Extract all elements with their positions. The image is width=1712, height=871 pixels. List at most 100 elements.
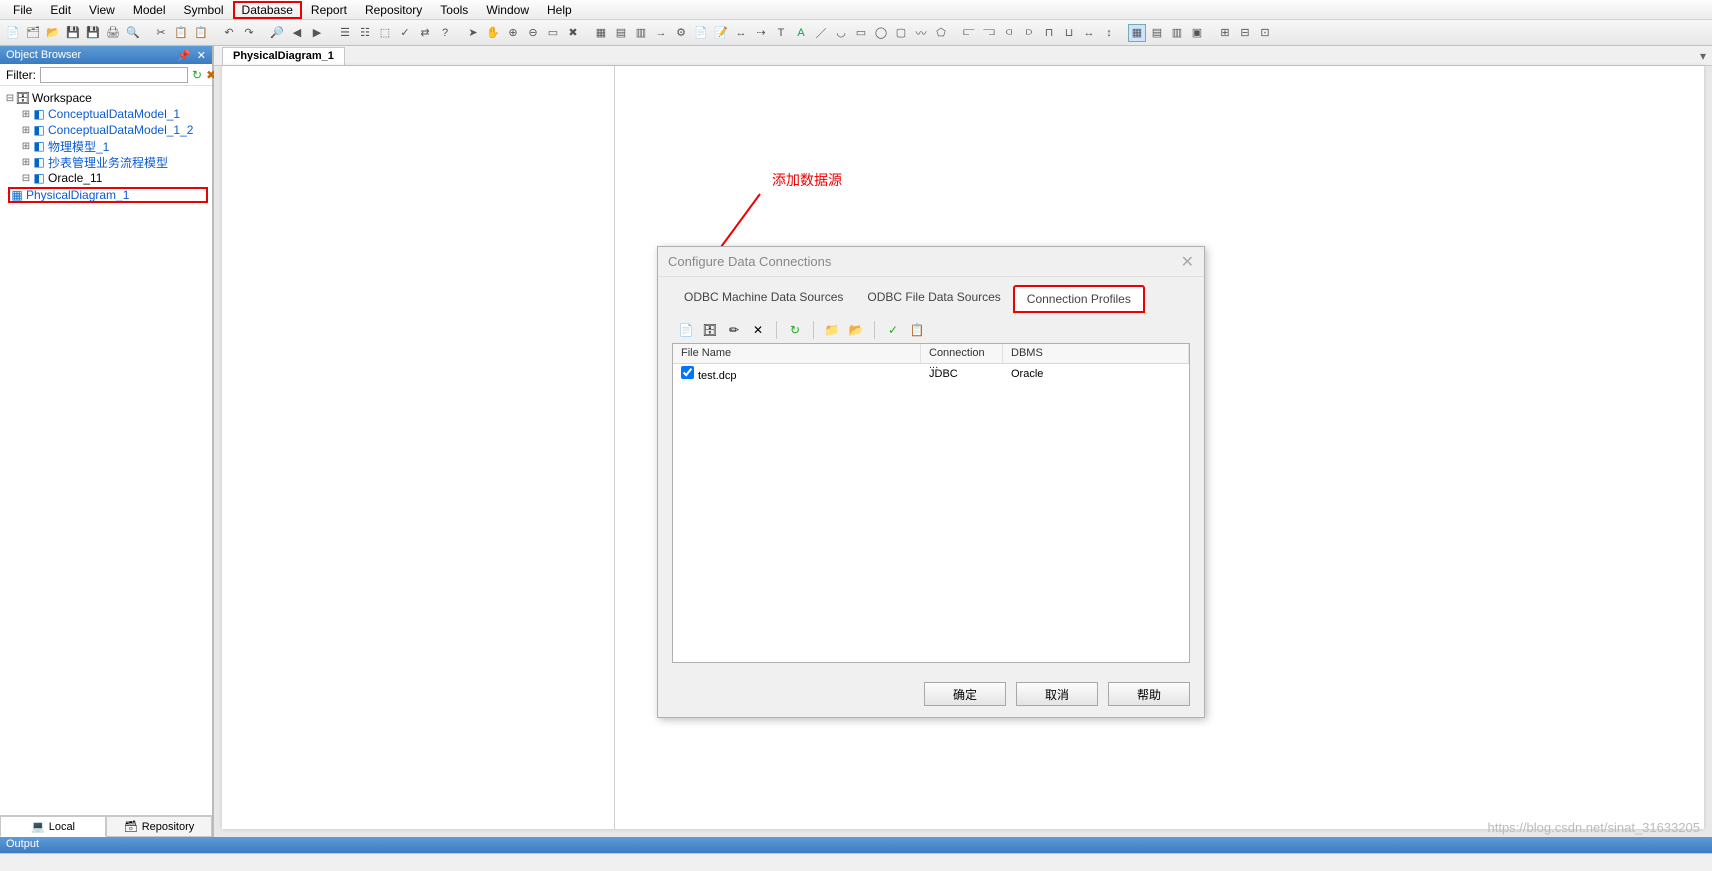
doc-tab-physical-diagram[interactable]: PhysicalDiagram_1 bbox=[222, 47, 345, 65]
tb-file-icon[interactable]: 📄 bbox=[692, 24, 710, 42]
tb-align3-icon[interactable]: ⫏ bbox=[1000, 24, 1018, 42]
tb-pointer-icon[interactable]: ➤ bbox=[464, 24, 482, 42]
tb-ref-icon[interactable]: → bbox=[652, 24, 670, 42]
tb-preview-icon[interactable]: 🔍 bbox=[124, 24, 142, 42]
tb-package-icon[interactable]: ▦ bbox=[592, 24, 610, 42]
pin-icon[interactable]: 📌 bbox=[177, 49, 191, 62]
tb-disp2-icon[interactable]: ▤ bbox=[1148, 24, 1166, 42]
tb-dep-icon[interactable]: ⇢ bbox=[752, 24, 770, 42]
tb-undo-icon[interactable]: ↶ bbox=[220, 24, 238, 42]
dlg-tb-delete-icon[interactable]: ✕ bbox=[748, 320, 768, 340]
tb-poly-icon[interactable]: 〰 bbox=[912, 24, 930, 42]
tree-item[interactable]: ⊞◧ 抄表管理业务流程模型 bbox=[4, 154, 212, 170]
menu-edit[interactable]: Edit bbox=[41, 1, 80, 19]
tb-dist1-icon[interactable]: ↔ bbox=[1080, 24, 1098, 42]
filter-input[interactable] bbox=[40, 67, 188, 83]
tb-find-icon[interactable]: 🔎 bbox=[268, 24, 286, 42]
tb-nav-back-icon[interactable]: ◀ bbox=[288, 24, 306, 42]
tb-redo-icon[interactable]: ↷ bbox=[240, 24, 258, 42]
dlg-tb-folder-icon[interactable]: 📁 bbox=[822, 320, 842, 340]
dlg-tb-edit-icon[interactable]: ✏ bbox=[724, 320, 744, 340]
tb-new-icon[interactable]: 📄 bbox=[4, 24, 22, 42]
tb-zoomout-icon[interactable]: ⊖ bbox=[524, 24, 542, 42]
tb-view-icon[interactable]: ▥ bbox=[632, 24, 650, 42]
menu-window[interactable]: Window bbox=[477, 1, 538, 19]
tree-item[interactable]: ⊞◧ ConceptualDataModel_1 bbox=[4, 106, 212, 122]
tb-paste-icon[interactable]: 📋 bbox=[192, 24, 210, 42]
tb-note-icon[interactable]: 📝 bbox=[712, 24, 730, 42]
tb-list-icon[interactable]: ☷ bbox=[356, 24, 374, 42]
tb-nav-fwd-icon[interactable]: ▶ bbox=[308, 24, 326, 42]
dlg-tb-folder-add-icon[interactable]: 📂 bbox=[846, 320, 866, 340]
tb-copy-icon[interactable]: 📋 bbox=[172, 24, 190, 42]
col-dbms[interactable]: DBMS bbox=[1003, 344, 1189, 363]
list-row[interactable]: test.dcp JDBC Oracle bbox=[673, 364, 1189, 384]
tb-ext-icon[interactable]: ⬚ bbox=[376, 24, 394, 42]
tb-text-icon[interactable]: A bbox=[792, 24, 810, 42]
tb-arc-icon[interactable]: ◡ bbox=[832, 24, 850, 42]
tb-align5-icon[interactable]: ⊓ bbox=[1040, 24, 1058, 42]
tab-repository[interactable]: 🗃 Repository bbox=[106, 816, 212, 837]
doc-dropdown-icon[interactable]: ▾ bbox=[1694, 47, 1712, 65]
tb-hand-icon[interactable]: ✋ bbox=[484, 24, 502, 42]
tree-physical-diagram[interactable]: ▦ PhysicalDiagram_1 bbox=[8, 187, 208, 203]
tb-select-icon[interactable]: ▭ bbox=[544, 24, 562, 42]
dlg-tb-check-icon[interactable]: ✓ bbox=[883, 320, 903, 340]
dlg-tb-add-icon[interactable]: 🗄 bbox=[700, 320, 720, 340]
dialog-close-icon[interactable]: ✕ bbox=[1181, 252, 1194, 272]
tb-title-icon[interactable]: T bbox=[772, 24, 790, 42]
tb-disp3-icon[interactable]: ▥ bbox=[1168, 24, 1186, 42]
tb-disp1-icon[interactable]: ▦ bbox=[1128, 24, 1146, 42]
menu-symbol[interactable]: Symbol bbox=[175, 1, 233, 19]
tb-align4-icon[interactable]: ⫐ bbox=[1020, 24, 1038, 42]
tb-help-icon[interactable]: ? bbox=[436, 24, 454, 42]
menu-file[interactable]: File bbox=[4, 1, 41, 19]
tab-connection-profiles[interactable]: Connection Profiles bbox=[1013, 285, 1145, 313]
tree-workspace[interactable]: ⊟🗄 Workspace bbox=[4, 90, 212, 106]
tb-cut-icon[interactable]: ✂ bbox=[152, 24, 170, 42]
tab-odbc-machine[interactable]: ODBC Machine Data Sources bbox=[672, 285, 855, 313]
tb-line-icon[interactable]: ／ bbox=[812, 24, 830, 42]
tb-win2-icon[interactable]: ⊟ bbox=[1236, 24, 1254, 42]
tb-save-icon[interactable]: 💾 bbox=[64, 24, 82, 42]
menu-repository[interactable]: Repository bbox=[356, 1, 431, 19]
dlg-tb-properties-icon[interactable]: 📄 bbox=[676, 320, 696, 340]
filter-apply-icon[interactable]: ↻ bbox=[192, 68, 202, 82]
dlg-tb-copy-icon[interactable]: 📋 bbox=[907, 320, 927, 340]
ok-button[interactable]: 确定 bbox=[924, 682, 1006, 706]
menu-view[interactable]: View bbox=[80, 1, 124, 19]
tb-align2-icon[interactable]: ⫎ bbox=[980, 24, 998, 42]
tb-print-icon[interactable]: 🖨 bbox=[104, 24, 122, 42]
menu-report[interactable]: Report bbox=[302, 1, 356, 19]
tb-table-icon[interactable]: ▤ bbox=[612, 24, 630, 42]
tb-delete-icon[interactable]: ✖ bbox=[564, 24, 582, 42]
col-connection[interactable]: Connection ... bbox=[921, 344, 1003, 363]
col-file-name[interactable]: File Name bbox=[673, 344, 921, 363]
dlg-tb-refresh-icon[interactable]: ↻ bbox=[785, 320, 805, 340]
tb-align6-icon[interactable]: ⊔ bbox=[1060, 24, 1078, 42]
row-checkbox[interactable] bbox=[681, 366, 694, 379]
tb-zoomin-icon[interactable]: ⊕ bbox=[504, 24, 522, 42]
tab-odbc-file[interactable]: ODBC File Data Sources bbox=[855, 285, 1012, 313]
tb-dist2-icon[interactable]: ↕ bbox=[1100, 24, 1118, 42]
menu-model[interactable]: Model bbox=[124, 1, 175, 19]
tb-proc-icon[interactable]: ⚙ bbox=[672, 24, 690, 42]
cancel-button[interactable]: 取消 bbox=[1016, 682, 1098, 706]
tree-item[interactable]: ⊞◧ 物理模型_1 bbox=[4, 138, 212, 154]
tab-local[interactable]: 💻 Local bbox=[0, 816, 106, 837]
tb-open-icon[interactable]: 📂 bbox=[44, 24, 62, 42]
menu-help[interactable]: Help bbox=[538, 1, 581, 19]
tb-check-icon[interactable]: ✓ bbox=[396, 24, 414, 42]
tb-win1-icon[interactable]: ⊞ bbox=[1216, 24, 1234, 42]
help-button[interactable]: 帮助 bbox=[1108, 682, 1190, 706]
dialog-titlebar[interactable]: Configure Data Connections ✕ bbox=[658, 247, 1204, 277]
tree-oracle[interactable]: ⊟◧ Oracle_11 bbox=[4, 170, 212, 186]
tb-link-icon[interactable]: ↔ bbox=[732, 24, 750, 42]
tb-rect-icon[interactable]: ▭ bbox=[852, 24, 870, 42]
tb-align1-icon[interactable]: ⫍ bbox=[960, 24, 978, 42]
output-panel-title[interactable]: Output bbox=[0, 837, 1712, 853]
tb-polygon-icon[interactable]: ⬠ bbox=[932, 24, 950, 42]
tb-impact-icon[interactable]: ⇄ bbox=[416, 24, 434, 42]
tb-project-icon[interactable]: 🗂 bbox=[24, 24, 42, 42]
menu-database[interactable]: Database bbox=[233, 1, 302, 19]
